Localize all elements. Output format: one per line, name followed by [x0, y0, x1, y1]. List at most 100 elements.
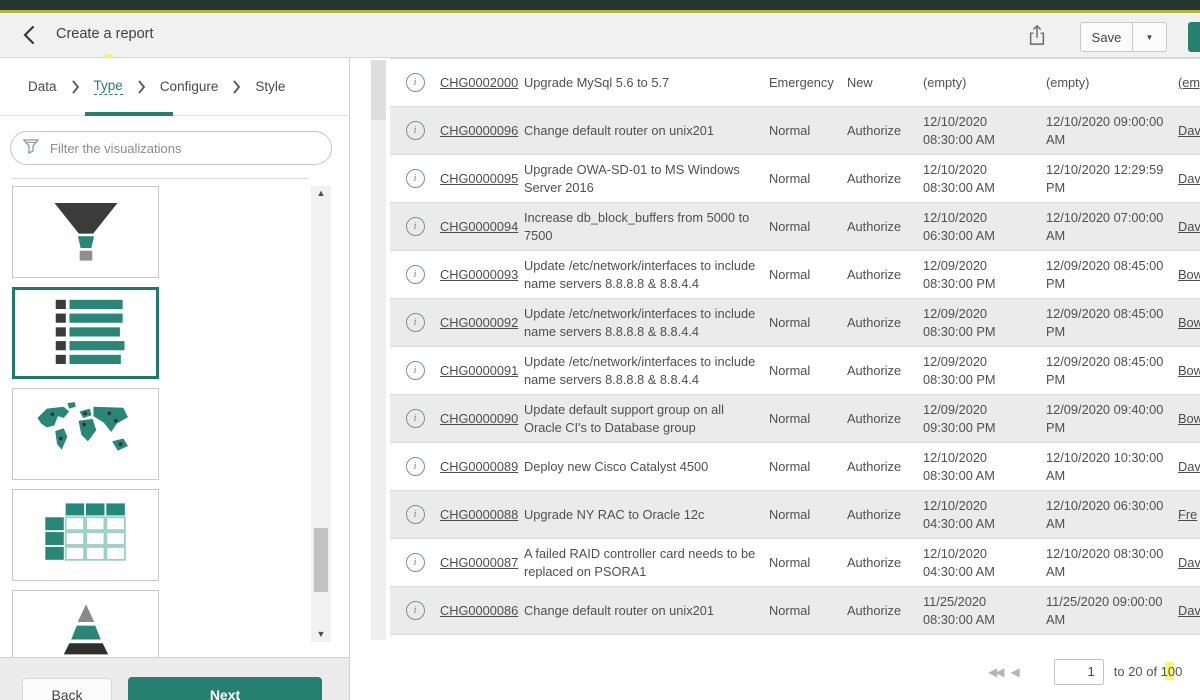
viz-thumbnail-heatmap[interactable] [12, 489, 159, 581]
short-description: Increase db_block_buffers from 5000 to 7… [524, 209, 769, 245]
assigned-to-link[interactable]: Dav [1178, 123, 1200, 138]
viz-thumbnail-bar-list[interactable] [12, 287, 159, 379]
record-number-link[interactable]: CHG0000088 [440, 507, 518, 522]
step-type[interactable]: Type [94, 78, 123, 95]
back-arrow-button[interactable] [18, 25, 40, 47]
table-row[interactable]: i CHG0000086 Change default router on un… [390, 587, 1200, 635]
next-button[interactable]: Next [128, 677, 322, 700]
row-range-label: to 20 of 100 [1114, 664, 1183, 679]
first-page-icon: ◀◀ [988, 665, 1002, 679]
table-row[interactable]: i CHG0000095 Upgrade OWA-SD-01 to MS Win… [390, 155, 1200, 203]
priority-value: Normal [769, 122, 847, 140]
priority-value: Normal [769, 554, 847, 572]
page-number-input[interactable] [1054, 659, 1104, 685]
table-row[interactable]: i CHG0000093 Update /etc/network/interfa… [390, 251, 1200, 299]
short-description: Upgrade NY RAC to Oracle 12c [524, 506, 769, 524]
short-description: Update /etc/network/interfaces to includ… [524, 257, 769, 293]
table-row[interactable]: i CHG0000087 A failed RAID controller ca… [390, 539, 1200, 587]
viz-thumbnail-funnel[interactable] [12, 186, 159, 278]
info-icon[interactable]: i [406, 409, 425, 428]
planned-start-value: 12/10/2020 08:30:00 AM [923, 449, 1046, 485]
assigned-to-link[interactable]: Bow [1178, 267, 1200, 282]
record-number-link[interactable]: CHG0000087 [440, 555, 518, 570]
table-row[interactable]: i CHG0000094 Increase db_block_buffers f… [390, 203, 1200, 251]
record-number-link[interactable]: CHG0000092 [440, 315, 518, 330]
record-number-link[interactable]: CHG0000090 [440, 411, 518, 426]
short-description: Deploy new Cisco Catalyst 4500 [524, 458, 769, 476]
short-description: Change default router on unix201 [524, 602, 769, 620]
chevron-right-icon [71, 80, 80, 94]
assigned-to-link[interactable]: Dav [1178, 219, 1200, 234]
planned-end-value: 12/10/2020 07:00:00 AM [1046, 209, 1178, 245]
assigned-to-link[interactable]: Fre [1178, 507, 1197, 522]
info-icon[interactable]: i [406, 601, 425, 620]
step-style[interactable]: Style [255, 79, 285, 94]
info-icon[interactable]: i [406, 73, 425, 92]
table-row[interactable]: i CHG0002000 Upgrade MySql 5.6 to 5.7 Em… [390, 59, 1200, 107]
share-button[interactable] [1024, 23, 1050, 49]
state-value: Authorize [847, 602, 923, 620]
viz-thumbnail-world-map[interactable] [12, 388, 159, 480]
info-icon[interactable]: i [406, 121, 425, 140]
scroll-down-icon[interactable]: ▼ [317, 630, 326, 639]
table-scrollbar-thumb[interactable] [371, 60, 386, 120]
record-number-link[interactable]: CHG0000095 [440, 171, 518, 186]
previous-page-icon: ◀ [1010, 665, 1019, 679]
state-value: Authorize [847, 362, 923, 380]
planned-start-value: 12/09/2020 08:30:00 PM [923, 305, 1046, 341]
info-icon[interactable]: i [406, 169, 425, 188]
table-row[interactable]: i CHG0000096 Change default router on un… [390, 107, 1200, 155]
run-button-partial[interactable] [1188, 22, 1200, 52]
save-dropdown-button[interactable]: ▼ [1133, 22, 1167, 52]
viz-scrollbar-thumb[interactable] [314, 528, 328, 592]
save-button[interactable]: Save [1080, 22, 1133, 52]
priority-value: Normal [769, 362, 847, 380]
record-number-link[interactable]: CHG0000091 [440, 363, 518, 378]
planned-end-value: 12/10/2020 12:29:59 PM [1046, 161, 1178, 197]
back-button[interactable]: Back [22, 678, 112, 700]
heatmap-table-icon [30, 496, 142, 575]
step-data[interactable]: Data [28, 79, 57, 94]
info-icon[interactable]: i [406, 553, 425, 572]
record-number-link[interactable]: CHG0000093 [440, 267, 518, 282]
record-number-link[interactable]: CHG0000086 [440, 603, 518, 618]
assigned-to-link[interactable]: Bow [1178, 363, 1200, 378]
info-icon[interactable]: i [406, 361, 425, 380]
step-configure[interactable]: Configure [160, 79, 219, 94]
scroll-up-icon[interactable]: ▲ [317, 189, 326, 198]
planned-start-value: 12/10/2020 04:30:00 AM [923, 497, 1046, 533]
info-icon[interactable]: i [406, 313, 425, 332]
info-icon[interactable]: i [406, 265, 425, 284]
world-map-icon [30, 396, 142, 473]
record-number-link[interactable]: CHG0002000 [440, 75, 518, 90]
assigned-to-link[interactable]: Bow [1178, 315, 1200, 330]
record-number-link[interactable]: CHG0000094 [440, 219, 518, 234]
table-row[interactable]: i CHG0000088 Upgrade NY RAC to Oracle 12… [390, 491, 1200, 539]
filter-input[interactable] [48, 140, 319, 157]
table-row[interactable]: i CHG0000091 Update /etc/network/interfa… [390, 347, 1200, 395]
assigned-to-link[interactable]: Dav [1178, 555, 1200, 570]
record-number-link[interactable]: CHG0000096 [440, 123, 518, 138]
priority-value: Normal [769, 266, 847, 284]
info-icon[interactable]: i [406, 457, 425, 476]
state-value: Authorize [847, 554, 923, 572]
info-icon[interactable]: i [406, 505, 425, 524]
table-row[interactable]: i CHG0000089 Deploy new Cisco Catalyst 4… [390, 443, 1200, 491]
assigned-to-link[interactable]: Bow [1178, 411, 1200, 426]
previous-page-button[interactable]: ◀ [1010, 665, 1019, 679]
first-page-button[interactable]: ◀◀ [988, 665, 1002, 679]
page-title: Create a report [56, 26, 154, 42]
planned-end-value: 12/09/2020 08:45:00 PM [1046, 305, 1178, 341]
priority-value: Normal [769, 314, 847, 332]
assigned-to-link[interactable]: Dav [1178, 459, 1200, 474]
info-icon[interactable]: i [406, 217, 425, 236]
table-vertical-scrollbar[interactable] [371, 60, 386, 640]
planned-end-value: 11/25/2020 09:00:00 AM [1046, 593, 1178, 629]
record-number-link[interactable]: CHG0000089 [440, 459, 518, 474]
assigned-to-link[interactable]: Dav [1178, 603, 1200, 618]
assigned-to-link[interactable]: (empty) [1178, 75, 1200, 90]
table-row[interactable]: i CHG0000090 Update default support grou… [390, 395, 1200, 443]
assigned-to-link[interactable]: Dav [1178, 171, 1200, 186]
short-description: Change default router on unix201 [524, 122, 769, 140]
table-row[interactable]: i CHG0000092 Update /etc/network/interfa… [390, 299, 1200, 347]
